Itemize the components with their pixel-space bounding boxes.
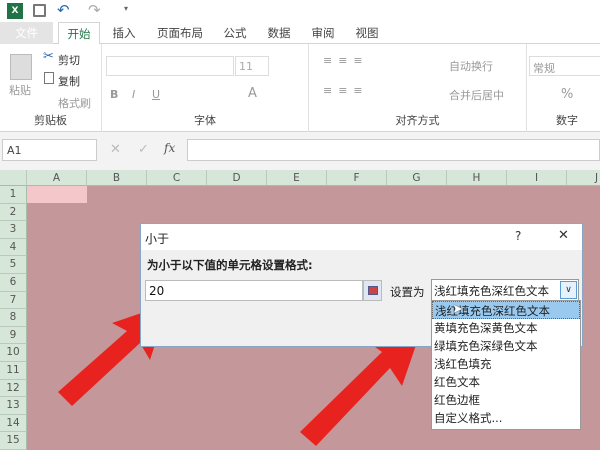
format-options-list: 浅红填充色深红色文本 黄填充色深黄色文本 绿填充色深绿色文本 浅红色填充 红色文本 红色边… (431, 300, 581, 430)
chevron-down-icon[interactable]: ∨ (560, 281, 577, 299)
format-select-value: 浅红填充色深红色文本 (434, 284, 549, 298)
mouse-cursor-icon: ➤ (452, 302, 463, 317)
format-option[interactable]: 绿填充色深绿色文本 (432, 337, 580, 355)
format-option[interactable]: 红色边框 (432, 391, 580, 409)
format-select[interactable]: 浅红填充色深红色文本 ∨ (431, 279, 579, 301)
help-button[interactable]: ? (515, 229, 521, 243)
set-as-label: 设置为 (390, 285, 425, 299)
range-select-icon[interactable] (363, 280, 382, 301)
dialog-prompt: 为小于以下值的单元格设置格式: (147, 258, 313, 272)
close-button[interactable]: ✕ (558, 228, 569, 243)
format-option[interactable]: 浅红色填充 (432, 355, 580, 373)
dialog-title: 小于 (145, 232, 170, 246)
format-option[interactable]: 自定义格式... (432, 409, 580, 427)
value-input[interactable]: 20 (145, 280, 363, 301)
format-option[interactable]: 黄填充色深黄色文本 (432, 319, 580, 337)
format-option[interactable]: 红色文本 (432, 373, 580, 391)
